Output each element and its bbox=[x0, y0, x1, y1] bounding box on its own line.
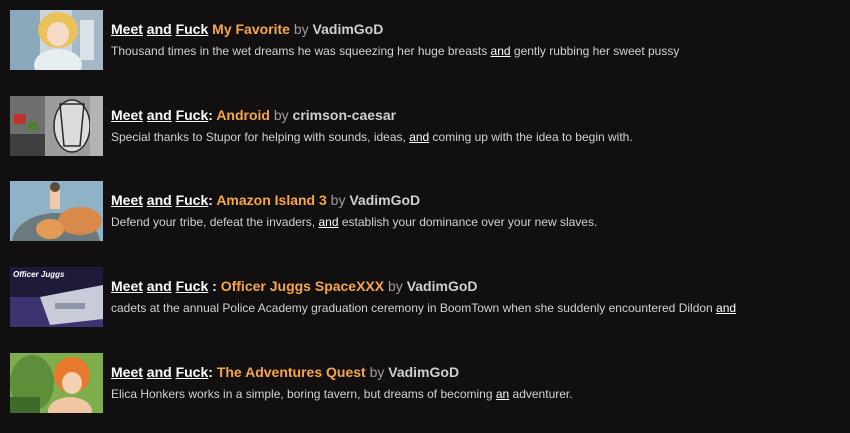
game-description: Elica Honkers works in a simple, boring … bbox=[111, 387, 573, 402]
tag-link-meet[interactable]: Meet bbox=[111, 364, 143, 380]
game-thumbnail[interactable] bbox=[10, 96, 103, 156]
game-description: Defend your tribe, defeat the invaders, … bbox=[111, 215, 597, 230]
tag-link-and[interactable]: and bbox=[147, 364, 172, 380]
tag-link-meet[interactable]: Meet bbox=[111, 278, 143, 294]
author-link[interactable]: VadimGoD bbox=[349, 192, 420, 208]
description-text: establish your dominance over your new s… bbox=[338, 215, 598, 229]
tag-link-and[interactable]: and bbox=[147, 107, 172, 123]
highlighted-word: and bbox=[490, 44, 511, 58]
tag-link-fuck[interactable]: Fuck bbox=[176, 21, 209, 37]
thumbnail-logo-text: Officer Juggs bbox=[13, 270, 65, 279]
game-description: cadets at the annual Police Academy grad… bbox=[111, 301, 736, 316]
by-label: by bbox=[388, 278, 403, 294]
by-label: by bbox=[330, 192, 346, 208]
description-text: Thousand times in the wet dreams he was … bbox=[111, 44, 491, 58]
author-link[interactable]: VadimGoD bbox=[407, 278, 478, 294]
game-title: Meet and Fuck: Android by crimson-caesar bbox=[111, 106, 396, 124]
tag-link-fuck[interactable]: Fuck bbox=[176, 278, 209, 294]
tag-link-and[interactable]: and bbox=[147, 278, 172, 294]
thumbnail-image bbox=[10, 353, 103, 413]
description-text: Elica Honkers works in a simple, boring … bbox=[111, 387, 496, 401]
description-text: gently rubbing her sweet pussy bbox=[510, 44, 680, 58]
game-thumbnail[interactable] bbox=[10, 353, 103, 413]
highlighted-word: and bbox=[318, 215, 339, 229]
thumbnail-image bbox=[10, 10, 103, 70]
game-title: Meet and Fuck My Favorite by VadimGoD bbox=[111, 20, 383, 38]
tag-link-fuck[interactable]: Fuck bbox=[176, 192, 209, 208]
thumbnail-image bbox=[10, 96, 103, 156]
game-thumbnail[interactable] bbox=[10, 10, 103, 70]
game-list: Meet and Fuck My Favorite by VadimGoD Th… bbox=[0, 0, 850, 433]
game-thumbnail[interactable]: Officer Juggs bbox=[10, 267, 103, 327]
game-title-link[interactable]: My Favorite bbox=[212, 21, 290, 37]
tag-link-meet[interactable]: Meet bbox=[111, 192, 143, 208]
title-separator: : bbox=[208, 364, 217, 380]
game-title-link[interactable]: Officer Juggs SpaceXXX bbox=[221, 278, 384, 294]
author-link[interactable]: VadimGoD bbox=[388, 364, 459, 380]
tag-link-fuck[interactable]: Fuck bbox=[176, 107, 209, 123]
description-text: Defend your tribe, defeat the invaders, bbox=[111, 215, 319, 229]
highlighted-word: an bbox=[495, 387, 510, 401]
game-title-link[interactable]: Amazon Island 3 bbox=[216, 192, 326, 208]
description-text: cadets at the annual Police Academy grad… bbox=[111, 301, 717, 315]
game-thumbnail[interactable] bbox=[10, 181, 103, 241]
description-text: adventurer. bbox=[509, 387, 573, 401]
tag-link-meet[interactable]: Meet bbox=[111, 21, 143, 37]
list-item: Meet and Fuck: Amazon Island 3 by VadimG… bbox=[10, 181, 840, 243]
tag-link-and[interactable]: and bbox=[147, 192, 172, 208]
list-item: Officer Juggs Meet and Fuck : Officer Ju… bbox=[10, 267, 840, 329]
game-description: Special thanks to Stupor for helping wit… bbox=[111, 130, 633, 145]
game-title: Meet and Fuck : Officer Juggs SpaceXXX b… bbox=[111, 277, 478, 295]
title-separator: : bbox=[208, 278, 221, 294]
description-text: coming up with the idea to begin with. bbox=[429, 130, 633, 144]
game-description: Thousand times in the wet dreams he was … bbox=[111, 44, 679, 59]
by-label: by bbox=[293, 21, 309, 37]
author-link[interactable]: crimson-caesar bbox=[293, 107, 397, 123]
description-text: Special thanks to Stupor for helping wit… bbox=[111, 130, 410, 144]
list-item: Meet and Fuck: The Adventures Quest by V… bbox=[10, 353, 840, 415]
thumbnail-image: Officer Juggs bbox=[10, 267, 103, 327]
game-title-link[interactable]: Android bbox=[216, 107, 270, 123]
game-title-link[interactable]: The Adventures Quest bbox=[217, 364, 366, 380]
by-label: by bbox=[273, 107, 289, 123]
author-link[interactable]: VadimGoD bbox=[313, 21, 384, 37]
tag-link-and[interactable]: and bbox=[147, 21, 172, 37]
highlighted-word: and bbox=[716, 301, 737, 315]
list-item: Meet and Fuck My Favorite by VadimGoD Th… bbox=[10, 10, 840, 72]
list-item: Meet and Fuck: Android by crimson-caesar… bbox=[10, 96, 840, 158]
by-label: by bbox=[369, 364, 385, 380]
tag-link-meet[interactable]: Meet bbox=[111, 107, 143, 123]
game-title: Meet and Fuck: Amazon Island 3 by VadimG… bbox=[111, 191, 420, 209]
thumbnail-image bbox=[10, 181, 103, 241]
tag-link-fuck[interactable]: Fuck bbox=[176, 364, 209, 380]
highlighted-word: and bbox=[409, 130, 430, 144]
game-title: Meet and Fuck: The Adventures Quest by V… bbox=[111, 363, 459, 381]
